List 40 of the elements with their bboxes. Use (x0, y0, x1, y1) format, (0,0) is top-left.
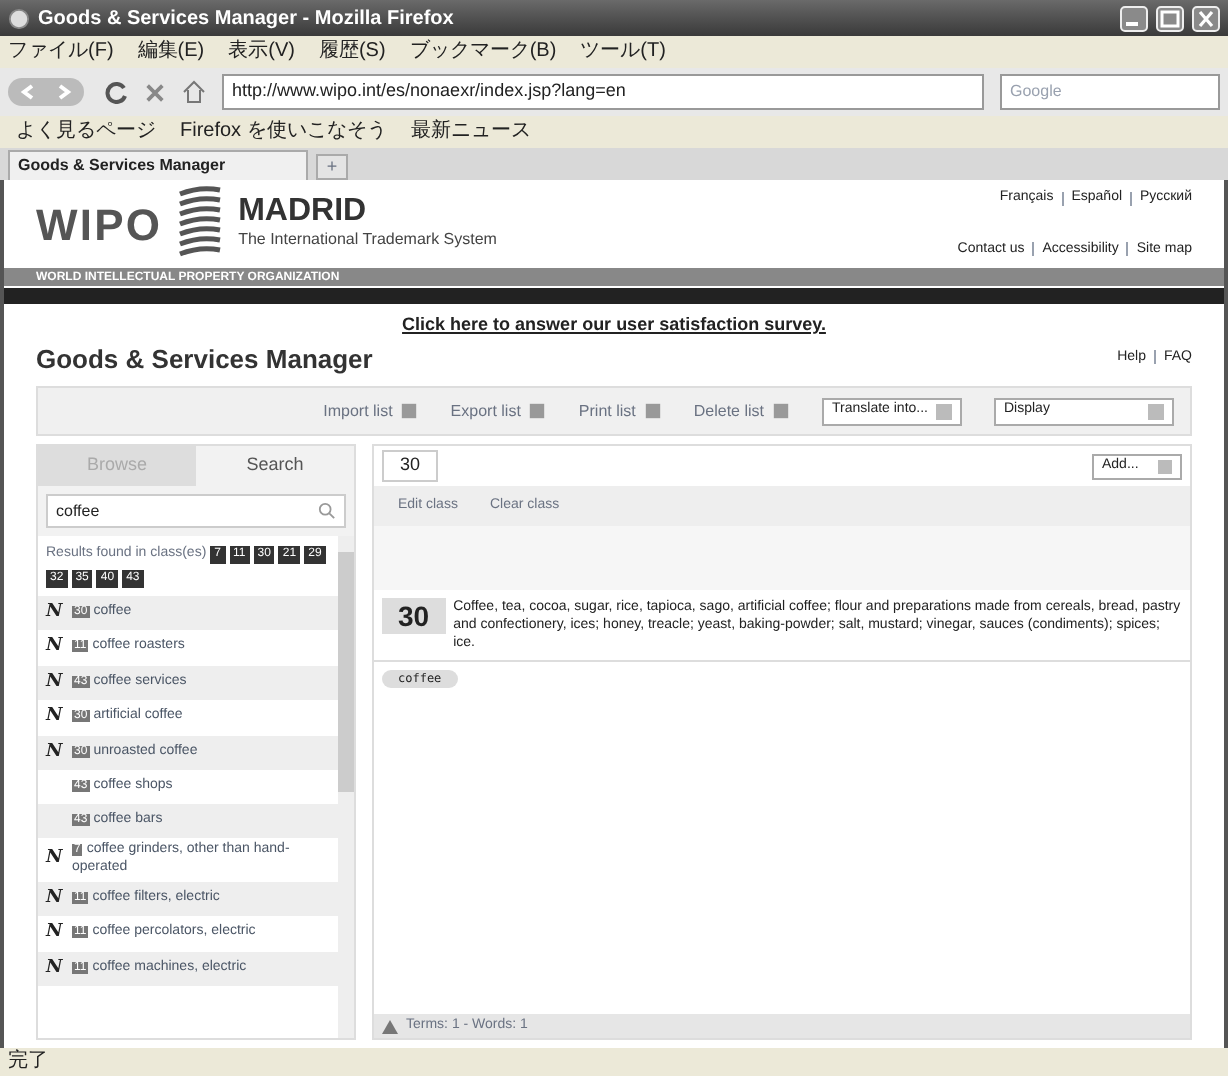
toolbar-action[interactable]: Delete list (693, 399, 790, 423)
list-tab[interactable]: 30 (382, 450, 439, 482)
menu-item[interactable]: 表示(V) (228, 42, 295, 62)
madrid-subtitle: The International Trademark System (238, 228, 497, 252)
menu-item[interactable]: 編集(E) (137, 42, 205, 62)
bookmark-item[interactable]: 最新ニュース (410, 122, 531, 142)
wipo-logo-text: WIPO (36, 197, 163, 253)
document-icon (772, 402, 790, 420)
status-bar: 完了 (0, 1048, 1228, 1076)
close-icon[interactable] (1192, 5, 1220, 31)
toolbar-action[interactable]: Import list (323, 399, 419, 423)
document-icon (400, 402, 419, 420)
document-icon (528, 402, 547, 420)
back-forward-icon[interactable] (8, 76, 88, 108)
scrollbar[interactable] (338, 536, 354, 1038)
bookmark-item[interactable]: よく見るページ (16, 122, 156, 142)
toolbar-action[interactable]: Print list (578, 399, 662, 423)
stop-icon[interactable] (144, 81, 166, 103)
search-icon[interactable] (318, 502, 336, 520)
address-field[interactable]: http://www.wipo.int/es/nonaexr/index.jsp?lang=en (222, 74, 984, 110)
madrid-title: MADRID (238, 196, 369, 228)
bookmark-item[interactable]: Firefox を使いこなそう (180, 122, 387, 142)
menu-item[interactable]: ファイル(F) (8, 42, 114, 62)
reload-icon[interactable] (104, 80, 128, 104)
menu-item[interactable]: ブックマーク(B) (409, 42, 557, 62)
new-tab-button[interactable]: + (316, 154, 348, 180)
survey-link[interactable]: Click here to answer our user satisfaction survey. (402, 312, 826, 339)
menu-item[interactable]: ツール(T) (580, 42, 666, 62)
menu-item[interactable]: 履歴(S) (318, 42, 386, 62)
search-field[interactable]: coffee (46, 494, 346, 528)
globe-logo-icon (178, 186, 223, 262)
toolbar-action[interactable]: Export list (450, 399, 547, 423)
minimize-icon[interactable] (1120, 5, 1148, 31)
maximize-icon[interactable] (1156, 5, 1184, 31)
class-number: 30 (382, 598, 446, 634)
document-icon (643, 402, 662, 420)
home-icon[interactable] (182, 80, 206, 104)
browser-tab[interactable]: Goods & Services Manager (8, 150, 308, 180)
page-title: Goods & Services Manager (36, 341, 373, 378)
window-title: Goods & Services Manager - Mozilla Firefox (38, 5, 456, 33)
